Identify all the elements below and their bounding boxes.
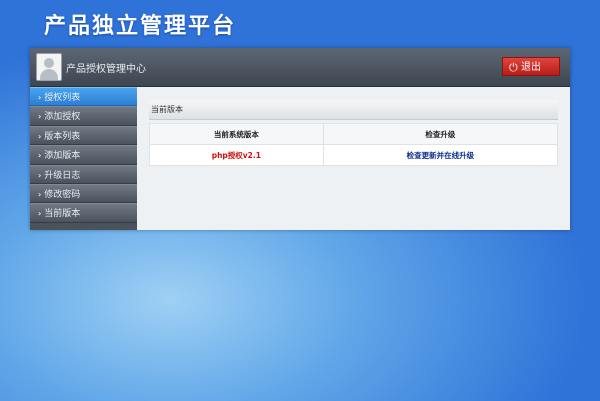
sidebar-item-change-password[interactable]: › 修改密码 <box>30 183 137 204</box>
user-avatar-icon <box>36 53 62 81</box>
sidebar-item-add-version[interactable]: › 添加版本 <box>30 145 137 165</box>
table-row: php授权v2.1 检查更新并在线升级 <box>149 144 559 166</box>
column-header-current-version: 当前系统版本 <box>149 123 324 145</box>
chevron-right-icon: › <box>38 189 42 199</box>
chevron-right-icon: › <box>38 151 42 161</box>
version-table: 当前系统版本 检查升级 php授权v2.1 检查更新并在线升级 <box>149 123 559 166</box>
chevron-right-icon: › <box>38 170 42 180</box>
sidebar-item-label: 版本列表 <box>44 131 81 142</box>
sidebar-item-upgrade-log[interactable]: › 升级日志 <box>30 164 137 184</box>
sidebar-item-auth-list[interactable]: › 授权列表 <box>30 87 137 107</box>
chevron-right-icon: › <box>38 131 42 141</box>
check-update-link[interactable]: 检查更新并在线升级 <box>322 144 559 166</box>
chevron-right-icon: › <box>38 93 42 102</box>
admin-panel: 产品授权管理中心 ⏻ 退出 › 授权列表 › 添加授权 › 版本列表 › 添加版本 › 升… <box>30 48 570 230</box>
section-title: 当前版本 <box>149 100 558 120</box>
sidebar-item-label: 升级日志 <box>44 170 81 181</box>
chevron-right-icon: › <box>38 209 42 219</box>
platform-title: 产品独立管理平台 <box>44 14 237 39</box>
panel-header: 产品授权管理中心 ⏻ 退出 <box>30 48 570 87</box>
sidebar-item-add-auth[interactable]: › 添加授权 <box>30 106 137 126</box>
sidebar-item-label: 授权列表 <box>44 93 81 103</box>
power-icon: ⏻ <box>509 61 518 74</box>
sidebar-item-label: 当前版本 <box>44 209 81 220</box>
logout-button[interactable]: ⏻ 退出 <box>502 57 560 76</box>
sidebar-item-version-list[interactable]: › 版本列表 <box>30 125 137 146</box>
table-header-row: 当前系统版本 检查升级 <box>149 123 559 145</box>
center-title: 产品授权管理中心 <box>66 64 146 75</box>
current-version-value: php授权v2.1 <box>149 144 324 166</box>
sidebar-item-label: 添加版本 <box>44 151 81 162</box>
column-header-check-upgrade: 检查升级 <box>322 123 559 145</box>
main-content: 当前版本 当前系统版本 检查升级 php授权v2.1 检查更新并在线升级 <box>137 87 570 230</box>
sidebar-item-label: 修改密码 <box>44 189 81 200</box>
sidebar-nav: › 授权列表 › 添加授权 › 版本列表 › 添加版本 › 升级日志 › 修改密码 › 当前版… <box>30 87 137 230</box>
sidebar-item-current-version[interactable]: › 当前版本 <box>30 203 137 223</box>
chevron-right-icon: › <box>38 112 42 122</box>
sidebar-item-label: 添加授权 <box>44 112 81 123</box>
logout-label: 退出 <box>521 62 541 73</box>
